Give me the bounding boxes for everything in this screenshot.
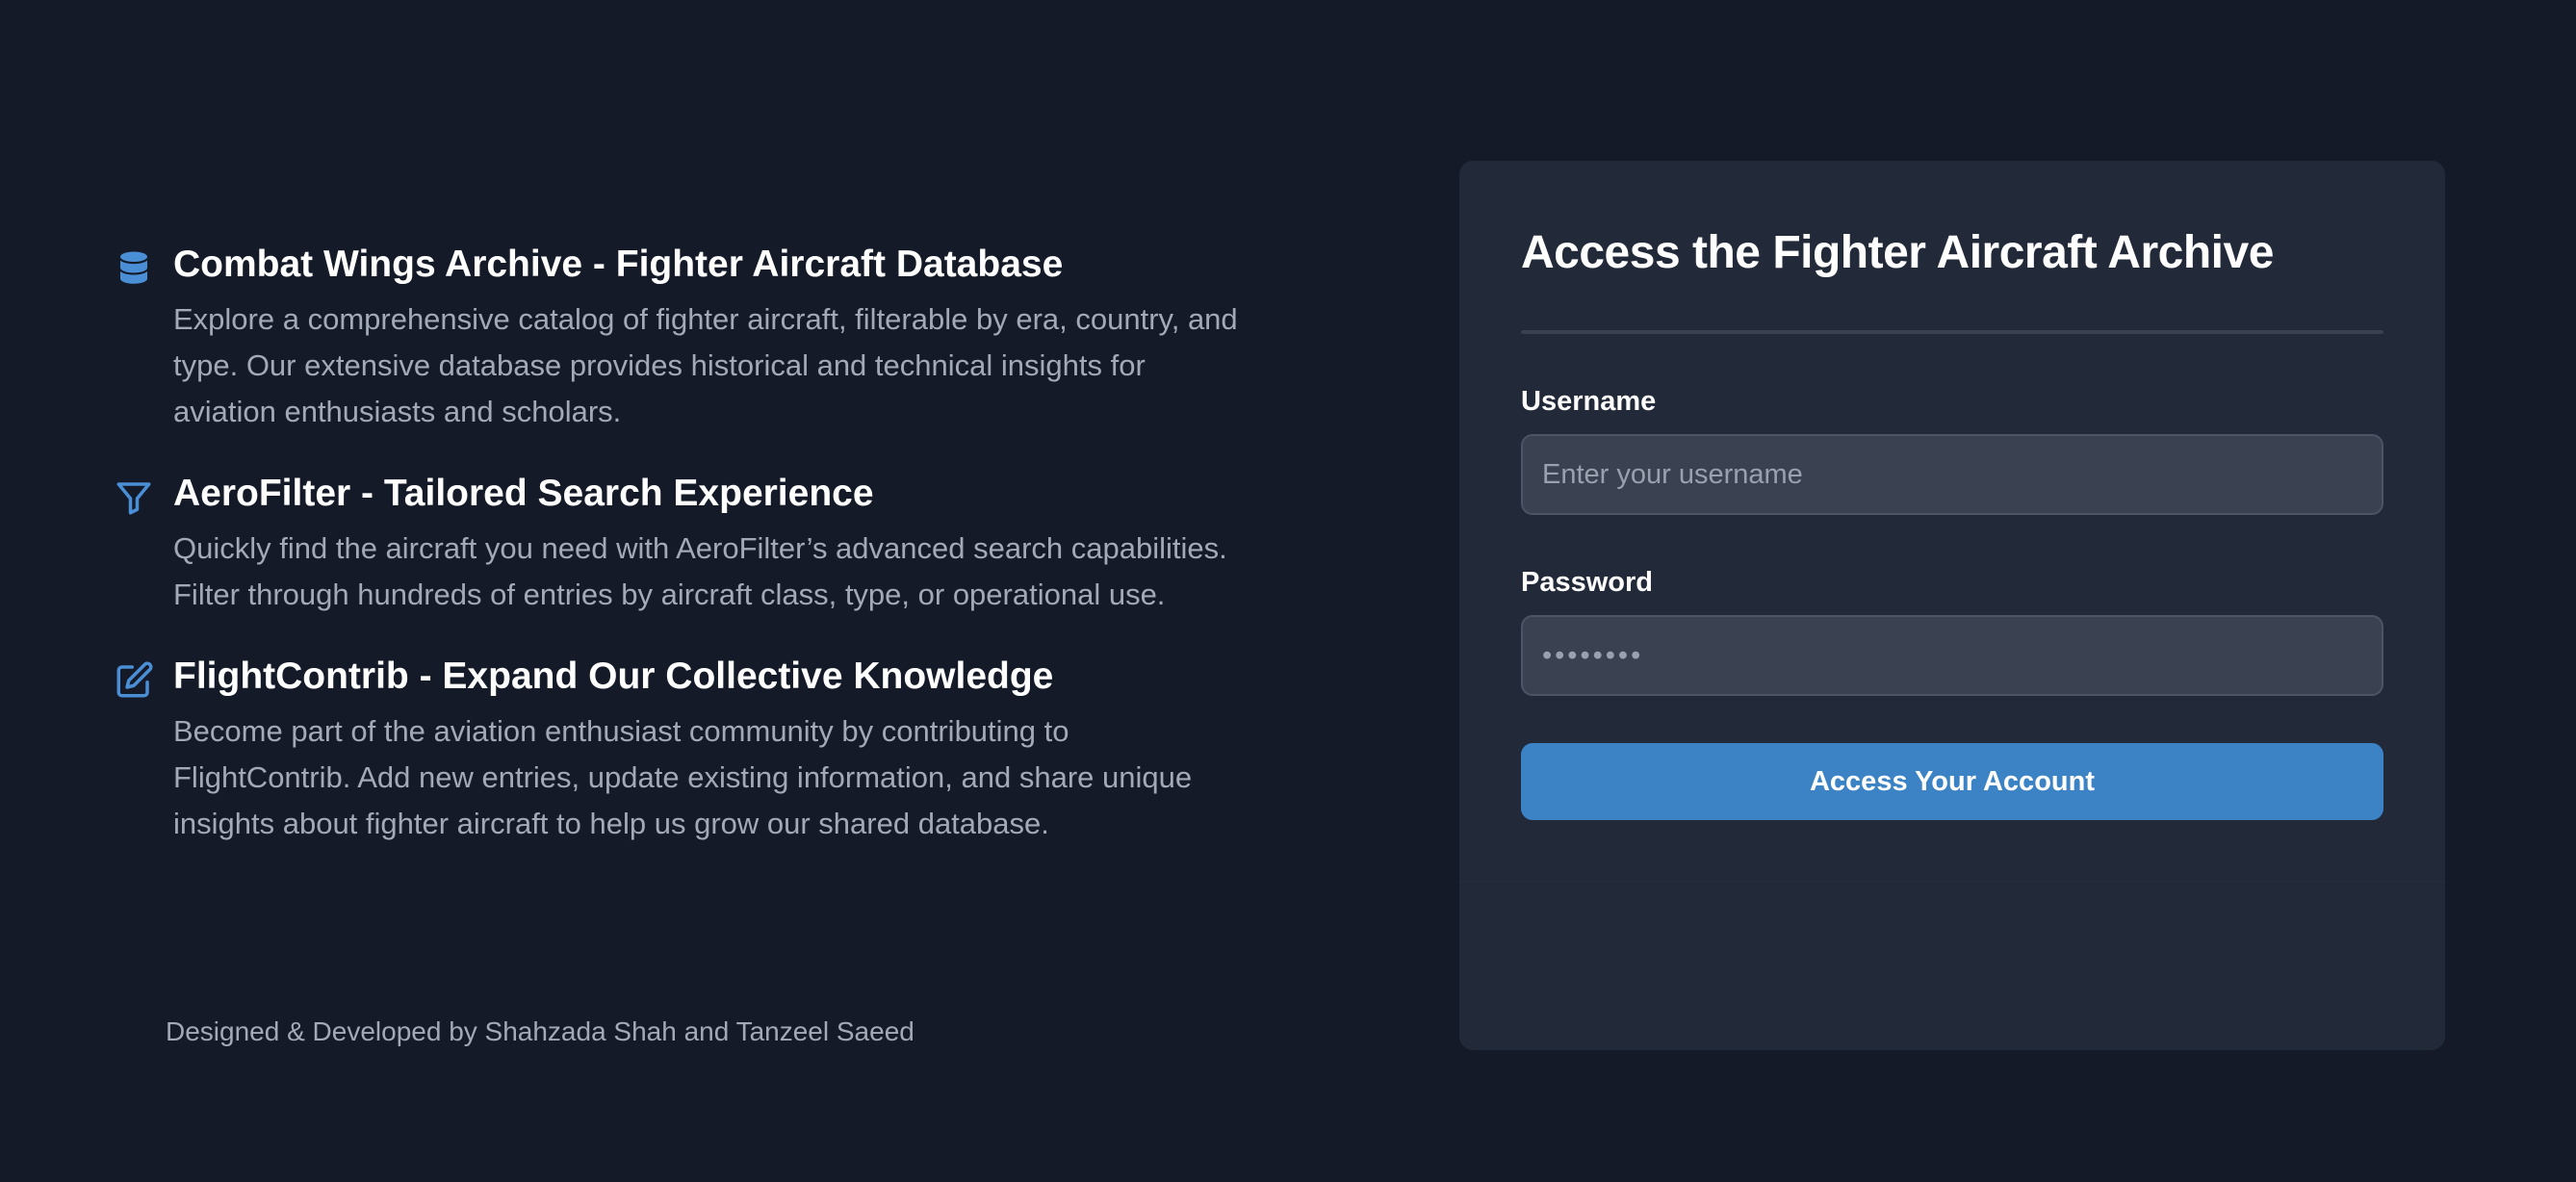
- username-label: Username: [1521, 386, 1657, 417]
- feature-contribute: FlightContrib - Expand Our Collective Kn…: [114, 651, 1249, 847]
- password-input[interactable]: [1521, 615, 2383, 696]
- feature-description: Quickly find the aircraft you need with …: [173, 531, 1227, 611]
- feature-database: Combat Wings Archive - Fighter Aircraft …: [114, 239, 1249, 435]
- feature-title: Combat Wings Archive - Fighter Aircraft …: [173, 244, 1064, 285]
- username-input[interactable]: [1521, 434, 2383, 515]
- filter-icon: [114, 477, 154, 518]
- feature-title: AeroFilter - Tailored Search Experience: [173, 473, 874, 514]
- password-label: Password: [1521, 567, 1653, 598]
- feature-filter: AeroFilter - Tailored Search Experience …: [114, 468, 1249, 618]
- feature-description: Explore a comprehensive catalog of fight…: [173, 302, 1238, 428]
- page: Combat Wings Archive - Fighter Aircraft …: [0, 0, 2576, 1182]
- credit-text: Designed & Developed by Shahzada Shah an…: [166, 1016, 914, 1046]
- card-section-divider: [1459, 881, 2445, 882]
- edit-icon: [114, 660, 154, 701]
- database-icon: [114, 248, 154, 289]
- features-list: Combat Wings Archive - Fighter Aircraft …: [114, 239, 1249, 880]
- login-card: Access the Fighter Aircraft Archive User…: [1459, 161, 2445, 1050]
- feature-description: Become part of the aviation enthusiast c…: [173, 714, 1193, 840]
- feature-title: FlightContrib - Expand Our Collective Kn…: [173, 655, 1054, 697]
- access-account-button[interactable]: Access Your Account: [1521, 743, 2383, 820]
- login-title: Access the Fighter Aircraft Archive: [1521, 227, 2274, 278]
- divider: [1521, 330, 2383, 334]
